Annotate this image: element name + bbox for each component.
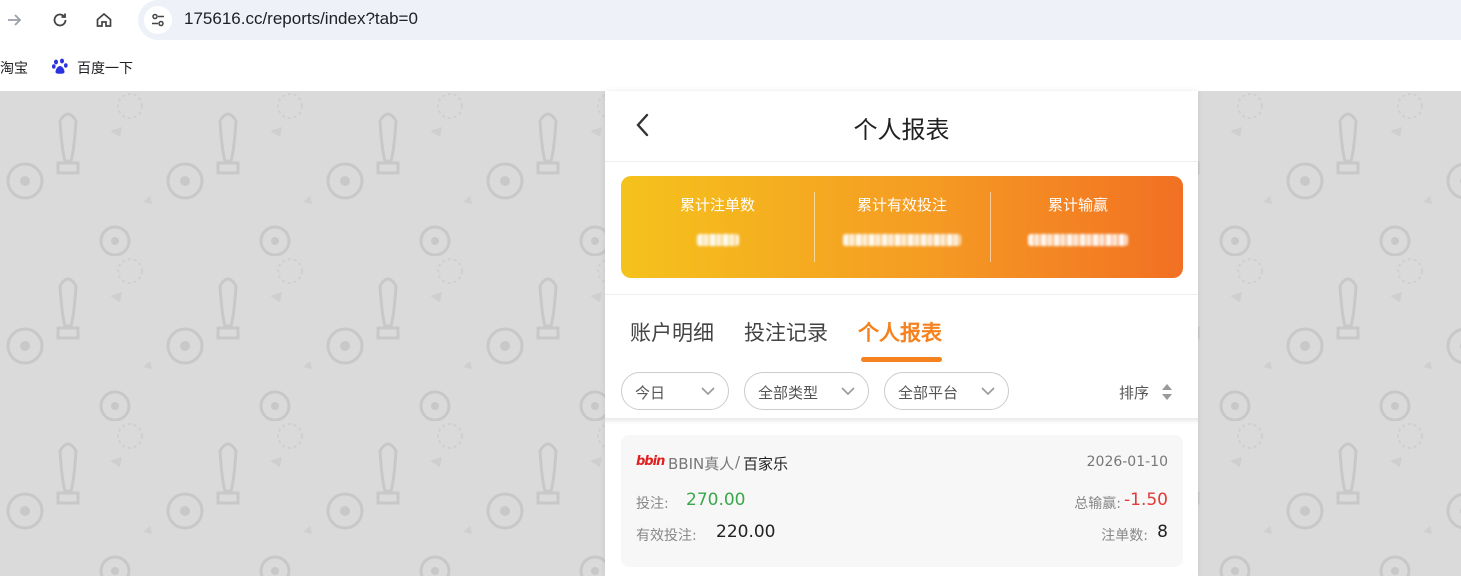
bookmark-taobao[interactable]: 淘宝	[0, 58, 28, 78]
tune-icon	[152, 13, 164, 27]
chevron-down-icon	[841, 387, 855, 396]
baidu-paw-icon	[52, 58, 68, 74]
reports-app: 个人报表 累计注单数 累计有效投注 累计输赢 账户明细 投注记录 个人报表 今日…	[605, 91, 1198, 576]
address-bar[interactable]: 175616.cc/reports/index?tab=0	[138, 0, 1461, 40]
summary-label: 累计注单数	[679, 196, 755, 214]
reload-icon	[53, 13, 67, 27]
summary-value-blurred	[1028, 234, 1128, 246]
tab-bet-records[interactable]: 投注记录	[744, 317, 828, 347]
bbin-logo: bbin	[636, 454, 665, 469]
tab-account-details[interactable]: 账户明细	[630, 317, 714, 347]
game-name: 百家乐	[743, 455, 789, 473]
win-loss-label: 总输赢:	[1074, 496, 1121, 512]
divider	[605, 294, 1198, 295]
chevron-down-icon	[981, 387, 995, 396]
record-date: 2026-01-10	[1086, 454, 1168, 470]
game-provider: BBIN真人	[668, 455, 735, 473]
separator: /	[735, 453, 741, 471]
summary-label: 累计有效投注	[856, 196, 947, 214]
bet-count-value: 8	[1157, 522, 1168, 542]
filter-label: 全部平台	[898, 384, 959, 402]
filter-bar-shadow	[605, 418, 1198, 424]
summary-card: 累计注单数 累计有效投注 累计输赢	[621, 176, 1183, 278]
summary-label: 累计输赢	[1047, 196, 1108, 214]
type-filter-select[interactable]: 全部类型	[744, 372, 869, 410]
active-tab-indicator	[861, 357, 942, 362]
tab-personal-report[interactable]: 个人报表	[858, 317, 942, 347]
arrow-right-icon	[8, 14, 22, 26]
url-text[interactable]: 175616.cc/reports/index?tab=0	[184, 9, 418, 29]
forward-button[interactable]	[0, 6, 28, 34]
sort-icon[interactable]	[1160, 382, 1174, 402]
bookmark-baidu[interactable]: 百度一下	[77, 58, 133, 78]
platform-filter-select[interactable]: 全部平台	[884, 372, 1009, 410]
page-header: 个人报表	[605, 91, 1198, 162]
summary-valid-bet: 累计有效投注	[814, 176, 990, 278]
home-button[interactable]	[90, 6, 118, 34]
sort-button[interactable]: 排序	[1119, 382, 1149, 403]
chevron-down-icon	[701, 387, 715, 396]
site-info-button[interactable]	[144, 6, 172, 34]
home-icon	[96, 12, 112, 27]
date-filter-select[interactable]: 今日	[621, 372, 729, 410]
browser-toolbar: 175616.cc/reports/index?tab=0	[0, 0, 1461, 40]
filter-label: 全部类型	[758, 384, 819, 402]
summary-value-blurred	[843, 234, 961, 246]
valid-bet-label: 有效投注:	[636, 528, 697, 544]
bet-count-label: 注单数:	[1101, 528, 1148, 544]
reload-button[interactable]	[46, 6, 74, 34]
page-title: 个人报表	[853, 116, 950, 144]
win-loss-value: -1.50	[1124, 490, 1168, 510]
valid-bet-value: 220.00	[716, 522, 776, 542]
filter-label: 今日	[635, 384, 666, 402]
report-record-card[interactable]: bbin BBIN真人 / 百家乐 2026-01-10 投注: 270.00 …	[621, 435, 1183, 567]
bet-value: 270.00	[686, 490, 746, 510]
summary-bet-count: 累计注单数	[621, 176, 814, 278]
bookmarks-bar: 淘宝 百度一下	[0, 40, 1461, 91]
summary-win-loss: 累计输赢	[990, 176, 1166, 278]
bet-label: 投注:	[636, 496, 669, 512]
summary-value-blurred	[696, 234, 739, 246]
